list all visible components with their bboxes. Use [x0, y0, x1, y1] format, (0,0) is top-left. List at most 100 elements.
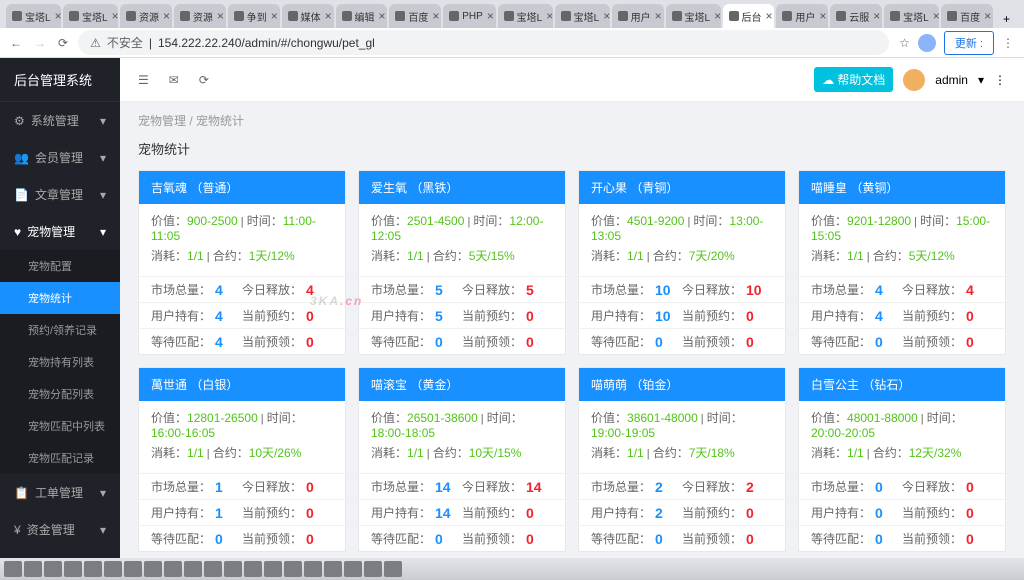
sidebar-item[interactable]: 👥会员管理▾	[0, 139, 120, 176]
pet-card: 喵滚宝 （黄金） 价值：26501-38600 | 时间：18:00-18:05…	[358, 367, 566, 552]
taskbar-icon[interactable]	[324, 561, 342, 577]
taskbar-icon[interactable]	[4, 561, 22, 577]
chevron-down-icon: ▾	[100, 188, 106, 202]
sidebar-item[interactable]: ⚙系统管理▾	[0, 102, 120, 139]
cards-grid: 吉氧魂 （普通） 价值：900-2500 | 时间：11:00-11:05 消耗…	[138, 170, 1006, 558]
menu-icon: ¥	[14, 523, 21, 537]
topbar: ☰ ✉ ⟳ ☁帮助文档 admin ▾ ⋮	[120, 58, 1024, 102]
taskbar-icon[interactable]	[24, 561, 42, 577]
menu-icon[interactable]: ⋮	[1002, 36, 1014, 50]
sidebar-sub-item[interactable]: 预约/领养记录	[0, 314, 120, 346]
breadcrumb: 宠物管理 / 宠物统计	[120, 102, 1024, 139]
help-button[interactable]: ☁帮助文档	[814, 67, 893, 92]
browser-tab[interactable]: 资源×	[174, 4, 226, 28]
collapse-icon[interactable]: ☰	[138, 73, 149, 87]
browser-tab[interactable]: 媒体×	[282, 4, 334, 28]
sidebar-item[interactable]: ¥资金管理▾	[0, 511, 120, 548]
browser-tab[interactable]: 云服×	[830, 4, 882, 28]
pet-card: 吉氧魂 （普通） 价值：900-2500 | 时间：11:00-11:05 消耗…	[138, 170, 346, 355]
main-area: ☰ ✉ ⟳ ☁帮助文档 admin ▾ ⋮ 宠物管理 / 宠物统计 宠物统计 吉…	[120, 58, 1024, 558]
chevron-down-icon: ▾	[100, 486, 106, 500]
sidebar-sub-item[interactable]: 宠物匹配中列表	[0, 410, 120, 442]
pet-card: 萬世通 （白银） 价值：12801-26500 | 时间：16:00-16:05…	[138, 367, 346, 552]
browser-tab[interactable]: 宝塔L×	[498, 4, 553, 28]
sidebar-sub-item[interactable]: 宠物匹配记录	[0, 442, 120, 474]
username[interactable]: admin	[935, 73, 968, 87]
pet-card: 白雪公主 （钻石） 价值：48001-88000 | 时间：20:00-20:0…	[798, 367, 1006, 552]
taskbar-icon[interactable]	[64, 561, 82, 577]
sidebar-sub-item[interactable]: 宠物配置	[0, 250, 120, 282]
user-dropdown-icon[interactable]: ▾	[978, 73, 984, 87]
sidebar-sub-item[interactable]: 宠物分配列表	[0, 378, 120, 410]
url-text: 154.222.22.240/admin/#/chongwu/pet_gl	[158, 36, 375, 50]
taskbar-icon[interactable]	[384, 561, 402, 577]
sidebar-item[interactable]: ♥宠物管理▾	[0, 213, 120, 250]
browser-tab[interactable]: 百度×	[941, 4, 993, 28]
taskbar-icon[interactable]	[344, 561, 362, 577]
taskbar-icon[interactable]	[184, 561, 202, 577]
taskbar-icon[interactable]	[44, 561, 62, 577]
chevron-down-icon: ▾	[100, 225, 106, 239]
taskbar-icon[interactable]	[224, 561, 242, 577]
taskbar-icon[interactable]	[124, 561, 142, 577]
browser-tab[interactable]: 宝塔L×	[666, 4, 721, 28]
breadcrumb-parent[interactable]: 宠物管理	[138, 114, 186, 128]
card-header: 吉氧魂 （普通）	[139, 171, 345, 204]
menu-icon: 👥	[14, 151, 29, 165]
profile-icon[interactable]	[918, 34, 936, 52]
browser-tab[interactable]: 用户×	[776, 4, 828, 28]
chevron-down-icon: ▾	[100, 523, 106, 537]
browser-tab[interactable]: 资源×	[120, 4, 172, 28]
taskbar-icon[interactable]	[84, 561, 102, 577]
chevron-down-icon: ▾	[100, 151, 106, 165]
card-header: 爱生氧 （黑铁）	[359, 171, 565, 204]
page-title: 宠物统计	[138, 139, 1006, 158]
browser-tab[interactable]: 争到×	[228, 4, 280, 28]
sidebar-item[interactable]: 📋工单管理▾	[0, 474, 120, 511]
message-icon[interactable]: ✉	[169, 73, 179, 87]
menu-icon: 📄	[14, 188, 29, 202]
menu-icon: ⚙	[14, 114, 25, 128]
taskbar-icon[interactable]	[164, 561, 182, 577]
address-bar: ← → ⟳ ⚠ 不安全 | 154.222.22.240/admin/#/cho…	[0, 28, 1024, 58]
taskbar-icon[interactable]	[304, 561, 322, 577]
browser-tab[interactable]: 宝塔L×	[555, 4, 610, 28]
card-header: 白雪公主 （钻石）	[799, 368, 1005, 401]
browser-tab[interactable]: 宝塔L×	[884, 4, 939, 28]
pet-card: 喵萌萌 （铂金） 价值：38601-48000 | 时间：19:00-19:05…	[578, 367, 786, 552]
taskbar-icon[interactable]	[144, 561, 162, 577]
avatar[interactable]	[903, 69, 925, 91]
sidebar-sub-item[interactable]: 宠物持有列表	[0, 346, 120, 378]
sidebar-item[interactable]: 📄文章管理▾	[0, 176, 120, 213]
new-tab-button[interactable]: +	[995, 10, 1018, 28]
card-header: 萬世通 （白银）	[139, 368, 345, 401]
taskbar-icon[interactable]	[104, 561, 122, 577]
logo: 后台管理系统	[0, 58, 120, 102]
taskbar	[0, 558, 1024, 580]
taskbar-icon[interactable]	[284, 561, 302, 577]
taskbar-icon[interactable]	[244, 561, 262, 577]
menu-icon: 📋	[14, 486, 29, 500]
taskbar-icon[interactable]	[264, 561, 282, 577]
card-header: 喵萌萌 （铂金）	[579, 368, 785, 401]
taskbar-icon[interactable]	[204, 561, 222, 577]
browser-tab[interactable]: 百度×	[389, 4, 441, 28]
browser-tab[interactable]: 编辑×	[336, 4, 388, 28]
refresh-icon[interactable]: ⟳	[199, 73, 209, 87]
update-button[interactable]: 更新 :	[944, 31, 994, 55]
back-icon[interactable]: ←	[10, 36, 22, 50]
browser-tab[interactable]: 用户×	[612, 4, 664, 28]
browser-tab[interactable]: 宝塔L×	[63, 4, 118, 28]
browser-tab[interactable]: PHP×	[443, 4, 495, 28]
sidebar-sub-item[interactable]: 宠物统计	[0, 282, 120, 314]
chevron-down-icon: ▾	[100, 114, 106, 128]
forward-icon[interactable]: →	[34, 36, 46, 50]
browser-tab[interactable]: 宝塔L×	[6, 4, 61, 28]
reload-icon[interactable]: ⟳	[58, 36, 68, 50]
card-header: 喵睡皇 （黄铜）	[799, 171, 1005, 204]
url-input[interactable]: ⚠ 不安全 | 154.222.22.240/admin/#/chongwu/p…	[78, 30, 889, 55]
taskbar-icon[interactable]	[364, 561, 382, 577]
more-icon[interactable]: ⋮	[994, 73, 1006, 87]
browser-tab[interactable]: 后台×	[723, 4, 775, 28]
star-icon[interactable]: ☆	[899, 36, 910, 50]
